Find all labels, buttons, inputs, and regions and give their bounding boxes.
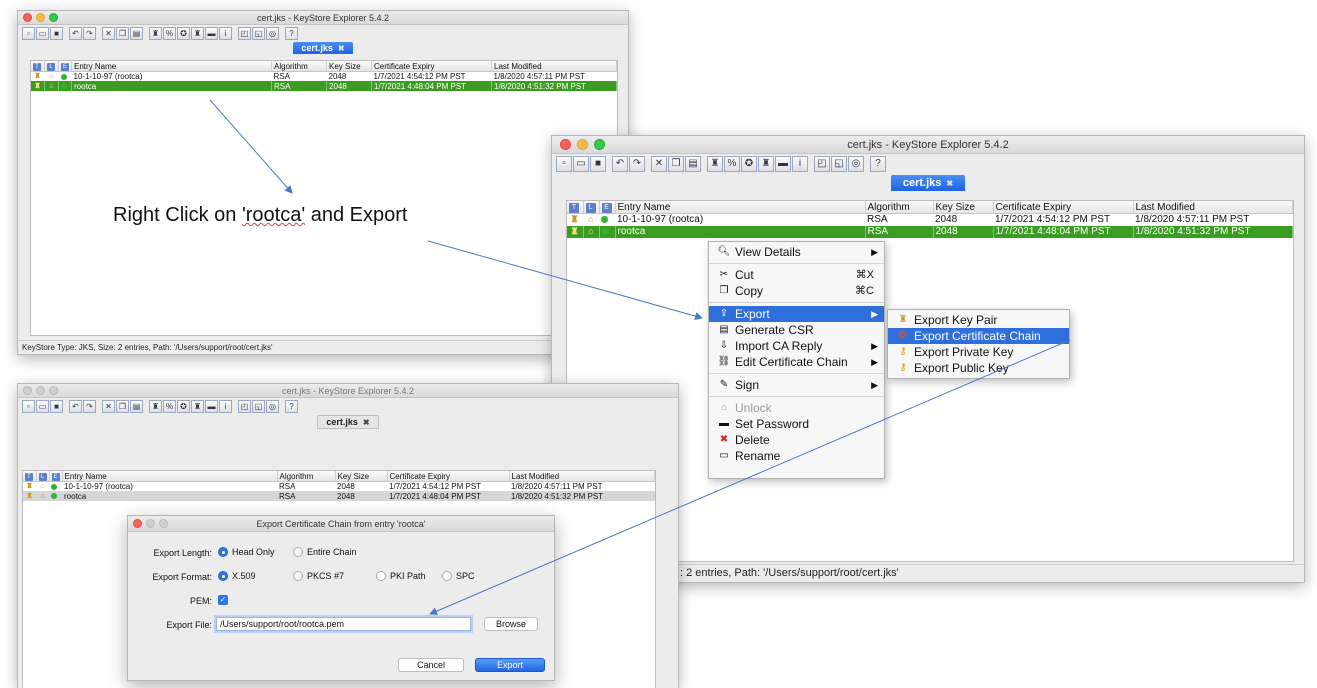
arrow-to-export-file — [429, 339, 1071, 615]
arrow-to-export-menu — [427, 240, 703, 320]
arrow-to-annotation — [209, 99, 293, 194]
annotation-arrows — [209, 99, 1071, 615]
